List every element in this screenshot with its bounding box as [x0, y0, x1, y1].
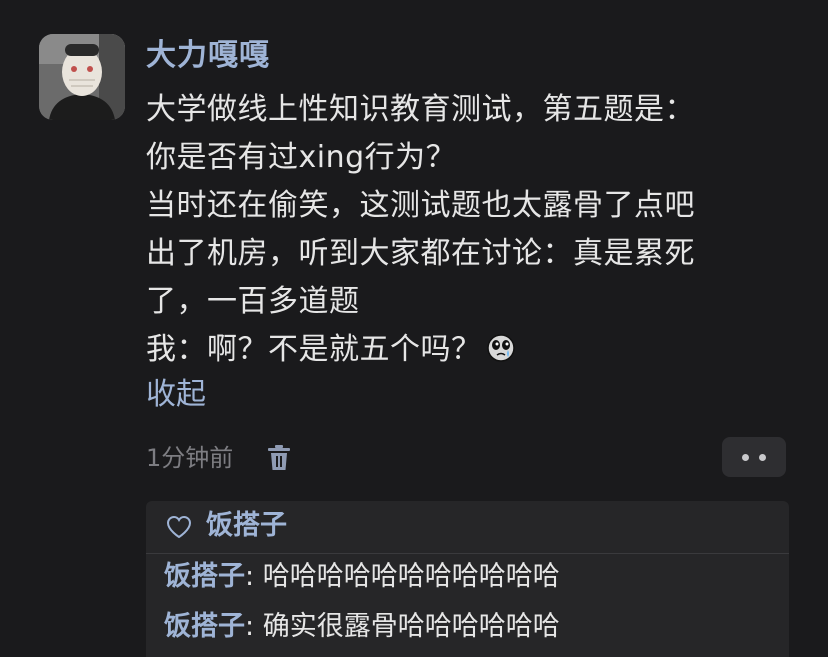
avatar-image	[39, 34, 125, 120]
reply-panel: 饭搭子 饭搭子: 哈哈哈哈哈哈哈哈哈哈哈 饭搭子: 确实很露骨哈哈哈哈哈哈	[146, 501, 789, 657]
post-line: 大学做线上性知识教育测试，第五题是：	[146, 92, 695, 127]
reply-separator: :	[245, 611, 255, 642]
comment-post: 大力嘎嘎 大学做线上性知识教育测试，第五题是： 你是否有过xing行为？ 当时还…	[0, 0, 828, 657]
heart-outline-icon[interactable]	[166, 515, 192, 539]
timestamp: 1分钟前	[146, 444, 234, 472]
reply-comment[interactable]: 饭搭子: 确实很露骨哈哈哈哈哈哈	[164, 607, 560, 647]
dot-icon	[742, 454, 749, 461]
username[interactable]: 大力嘎嘎	[146, 34, 270, 78]
post-line: 了，一百多道题	[146, 284, 360, 319]
reply-author[interactable]: 饭搭子	[164, 611, 245, 642]
reply-text: 确实很露骨哈哈哈哈哈哈	[254, 611, 560, 642]
reply-comment[interactable]: 饭搭子: 哈哈哈哈哈哈哈哈哈哈哈	[164, 557, 560, 597]
reply-text: 哈哈哈哈哈哈哈哈哈哈哈	[254, 561, 560, 592]
avatar[interactable]	[39, 34, 125, 120]
likes-row: 饭搭子	[146, 501, 789, 554]
post-line-last: 我：啊？不是就五个吗？	[146, 326, 806, 374]
post-line: 出了机房，听到大家都在讨论：真是累死	[146, 236, 695, 271]
post-line: 我：啊？不是就五个吗？	[146, 332, 482, 367]
dot-icon	[759, 454, 766, 461]
reply-separator: :	[245, 561, 255, 592]
post-body: 大学做线上性知识教育测试，第五题是： 你是否有过xing行为？ 当时还在偷笑，这…	[146, 86, 806, 374]
crying-face-emoji-icon	[486, 330, 516, 362]
collapse-link[interactable]: 收起	[146, 373, 206, 417]
post-line: 当时还在偷笑，这测试题也太露骨了点吧	[146, 188, 695, 223]
trash-icon[interactable]	[266, 444, 292, 472]
likes-names[interactable]: 饭搭子	[206, 506, 287, 546]
reply-author[interactable]: 饭搭子	[164, 561, 245, 592]
post-line: 你是否有过xing行为？	[146, 140, 457, 175]
more-options-button[interactable]	[722, 437, 786, 477]
